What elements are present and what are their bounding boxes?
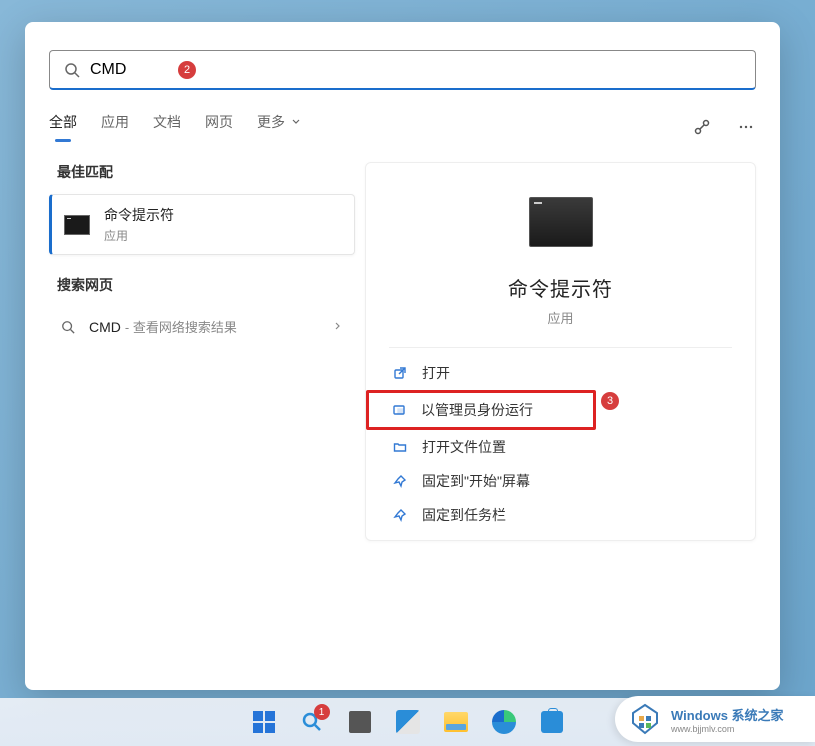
results-column: 最佳匹配 命令提示符 应用 搜索网页 CMD - 查看网络搜索结果 xyxy=(49,162,355,541)
action-open[interactable]: 打开 xyxy=(382,356,739,390)
taskbar-store[interactable] xyxy=(532,702,572,742)
action-open-location[interactable]: 打开文件位置 xyxy=(382,430,739,464)
web-results-header: 搜索网页 xyxy=(49,275,355,295)
taskbar-edge[interactable] xyxy=(484,702,524,742)
search-icon xyxy=(61,320,75,334)
open-external-icon xyxy=(392,365,408,381)
watermark: Windows 系统之家 www.bjjmlv.com xyxy=(615,696,815,742)
best-match-subtitle: 应用 xyxy=(104,227,174,244)
connect-icon[interactable] xyxy=(692,117,712,137)
action-run-as-admin[interactable]: 以管理员身份运行 xyxy=(366,390,596,430)
action-pin-start[interactable]: 固定到"开始"屏幕 xyxy=(382,464,739,498)
content-row: 最佳匹配 命令提示符 应用 搜索网页 CMD - 查看网络搜索结果 命令提示符 xyxy=(49,162,756,541)
tabs-row: 全部 应用 文档 网页 更多 xyxy=(49,112,756,148)
app-icon-large xyxy=(529,197,593,247)
web-query-text: CMD xyxy=(89,319,121,335)
tab-apps[interactable]: 应用 xyxy=(101,112,129,142)
folder-icon xyxy=(392,439,408,455)
search-icon xyxy=(64,62,80,78)
tab-more[interactable]: 更多 xyxy=(257,112,301,142)
best-match-header: 最佳匹配 xyxy=(49,162,355,182)
tab-all[interactable]: 全部 xyxy=(49,112,77,142)
chevron-down-icon xyxy=(291,117,301,127)
taskbar-explorer[interactable] xyxy=(436,702,476,742)
best-match-title: 命令提示符 xyxy=(104,205,174,225)
tab-documents[interactable]: 文档 xyxy=(153,112,181,142)
taskbar-search-button[interactable]: 1 xyxy=(292,702,332,742)
actions-list: 打开 以管理员身份运行 打开文件位置 xyxy=(366,348,755,540)
annotation-badge-1: 1 xyxy=(314,704,330,720)
cmd-app-icon xyxy=(64,215,90,235)
windows-logo-icon xyxy=(253,711,275,733)
admin-shield-icon xyxy=(391,402,407,418)
search-box[interactable]: 2 xyxy=(49,50,756,90)
start-button[interactable] xyxy=(244,702,284,742)
store-icon xyxy=(541,711,563,733)
watermark-logo-icon xyxy=(627,701,663,737)
annotation-badge-2: 2 xyxy=(178,61,196,79)
watermark-url: www.bjjmlv.com xyxy=(671,724,784,734)
chevron-right-icon xyxy=(333,318,343,336)
watermark-title: Windows 系统之家 xyxy=(671,705,784,724)
app-type: 应用 xyxy=(547,308,573,327)
action-label: 固定到任务栏 xyxy=(422,505,506,525)
taskbar-widgets[interactable] xyxy=(388,702,428,742)
pin-icon xyxy=(392,473,408,489)
web-desc-text: - 查看网络搜索结果 xyxy=(125,317,237,336)
tab-web[interactable]: 网页 xyxy=(205,112,233,142)
action-pin-taskbar[interactable]: 固定到任务栏 xyxy=(382,498,739,532)
preview-panel: 命令提示符 应用 打开 以管理员身份运行 xyxy=(365,162,756,541)
annotation-badge-3: 3 xyxy=(601,392,619,410)
watermark-text: Windows 系统之家 www.bjjmlv.com xyxy=(671,705,784,734)
explorer-icon xyxy=(444,712,468,732)
start-search-panel: 2 全部 应用 文档 网页 更多 最佳匹配 命令提示符 应用 xyxy=(25,22,780,690)
app-name: 命令提示符 xyxy=(508,273,613,302)
more-icon[interactable] xyxy=(736,117,756,137)
edge-icon xyxy=(492,710,516,734)
taskbar-taskview[interactable] xyxy=(340,702,380,742)
best-match-item[interactable]: 命令提示符 应用 xyxy=(49,194,355,255)
pin-icon xyxy=(392,507,408,523)
action-label: 以管理员身份运行 xyxy=(421,400,533,420)
best-match-text: 命令提示符 应用 xyxy=(104,205,174,244)
action-label: 固定到"开始"屏幕 xyxy=(422,471,530,491)
action-label: 打开 xyxy=(422,363,450,383)
widgets-icon xyxy=(396,710,420,734)
web-result-item[interactable]: CMD - 查看网络搜索结果 xyxy=(49,307,355,346)
action-label: 打开文件位置 xyxy=(422,437,506,457)
taskview-icon xyxy=(349,711,371,733)
